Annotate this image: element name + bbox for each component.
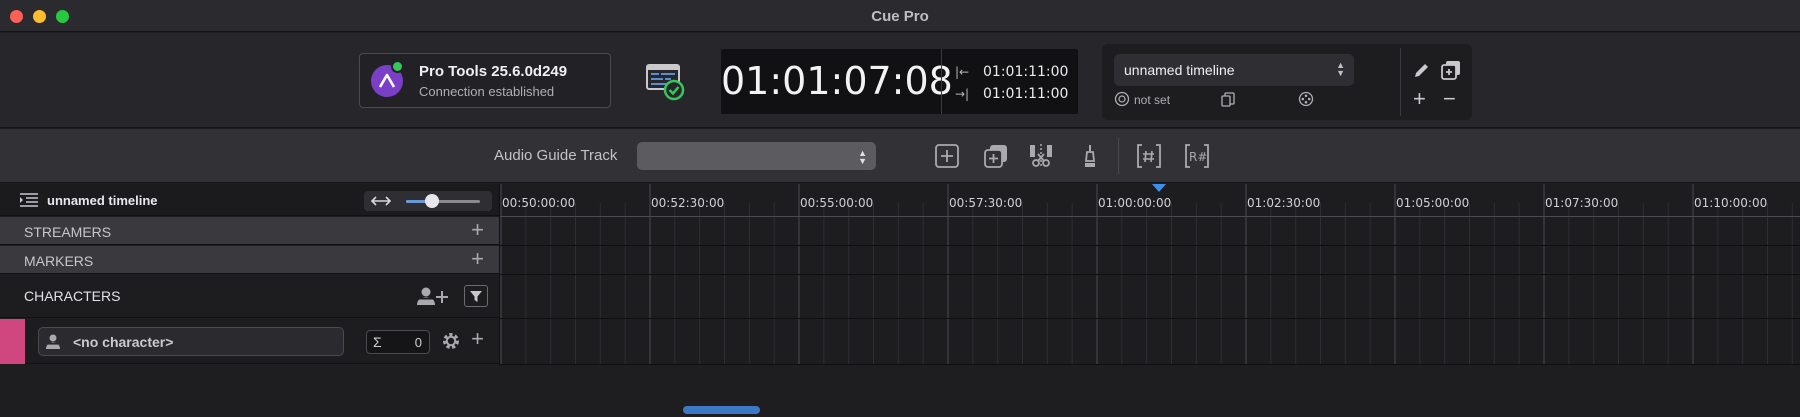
streamers-label: STREAMERS xyxy=(24,224,112,240)
markers-track-divider xyxy=(500,274,1800,275)
timecode-display: 01:01:07:08 |← 01:01:11:00 →| 01:01:11:00 xyxy=(721,49,1078,114)
cue-number-icon[interactable] xyxy=(1135,142,1163,170)
timeline-select[interactable]: unnamed timeline ▲ ▼ xyxy=(1114,54,1354,86)
ruler-label: 00:55:00:00 xyxy=(800,196,874,210)
add-layer-icon[interactable] xyxy=(982,142,1010,170)
ruler-label: 01:10:00:00 xyxy=(1694,196,1768,210)
out-point-timecode: 01:01:11:00 xyxy=(983,86,1069,102)
copy-icon[interactable] xyxy=(1220,91,1236,112)
reel-icon[interactable] xyxy=(1298,91,1314,112)
in-point-row: |← 01:01:11:00 xyxy=(955,64,1068,80)
character-color-swatch[interactable] xyxy=(0,319,25,364)
main-toolbar: Pro Tools 25.6.0d249 Connection establis… xyxy=(0,33,1800,128)
sum-sigma-icon: Σ xyxy=(373,334,382,350)
add-streamer-icon[interactable]: + xyxy=(471,219,484,241)
duplicate-timeline-icon[interactable] xyxy=(1439,58,1463,87)
framerate-icon[interactable] xyxy=(1114,91,1130,112)
horizontal-scrollbar-thumb[interactable] xyxy=(683,406,760,414)
ruler-label: 00:52:30:00 xyxy=(651,196,725,210)
track-list-header: unnamed timeline xyxy=(0,184,500,216)
character-name: <no character> xyxy=(73,334,174,350)
secondary-toolbar: Audio Guide Track ▲ ▼ R# xyxy=(0,129,1800,183)
connection-indicator-icon xyxy=(391,60,404,73)
current-timecode: 01:01:07:08 xyxy=(721,59,953,103)
timeline-panel-divider xyxy=(1400,48,1401,116)
audio-guide-track-select[interactable]: ▲ ▼ xyxy=(637,142,876,170)
markers-label: MARKERS xyxy=(24,253,94,269)
timeline-name: unnamed timeline xyxy=(47,193,158,208)
zoom-slider-handle[interactable] xyxy=(424,194,439,208)
rename-pencil-icon[interactable] xyxy=(1412,60,1432,85)
bottom-area xyxy=(0,365,1800,417)
in-point-icon: |← xyxy=(955,65,970,79)
character-count: 0 xyxy=(414,335,422,350)
audio-guide-track-label: Audio Guide Track xyxy=(494,147,618,164)
ruler-baseline xyxy=(500,216,1800,217)
add-character-icon[interactable] xyxy=(414,285,452,314)
connection-status-text: Connection established xyxy=(419,84,555,99)
streamers-track-divider xyxy=(500,245,1800,246)
ruler-label: 00:50:00:00 xyxy=(502,196,576,210)
toolbar-divider xyxy=(1118,138,1119,174)
character-person-icon xyxy=(45,333,61,356)
horizontal-zoom-icon[interactable] xyxy=(370,193,392,214)
characters-track-divider xyxy=(500,318,1800,319)
add-marker-icon[interactable]: + xyxy=(471,248,484,270)
framerate-value: not set xyxy=(1134,93,1171,107)
character-row: <no character> Σ 0 + xyxy=(0,319,500,364)
out-point-row: →| 01:01:11:00 xyxy=(955,86,1068,102)
playhead-marker[interactable] xyxy=(1152,184,1166,192)
streamers-section: STREAMERS + xyxy=(0,217,500,245)
add-item-icon[interactable] xyxy=(933,142,961,170)
timeline-select-value: unnamed timeline xyxy=(1124,62,1235,78)
renumber-icon[interactable]: R# xyxy=(1183,142,1211,170)
ruler-label: 01:07:30:00 xyxy=(1545,196,1619,210)
ruler-label: 01:00:00:00 xyxy=(1098,196,1172,210)
updown-chevron-icon: ▲ ▼ xyxy=(858,148,867,166)
characters-label: CHARACTERS xyxy=(24,288,121,304)
updown-chevron-icon: ▲ ▼ xyxy=(1336,60,1345,78)
window-title: Cue Pro xyxy=(871,8,929,25)
title-bar: Cue Pro xyxy=(0,0,1800,32)
timecode-divider xyxy=(941,49,942,114)
connection-status-panel[interactable]: Pro Tools 25.6.0d249 Connection establis… xyxy=(359,53,611,108)
markers-section: MARKERS + xyxy=(0,246,500,274)
video-monitor-check-icon[interactable] xyxy=(645,61,685,101)
timeline-selector-panel: unnamed timeline ▲ ▼ not set + − xyxy=(1102,44,1472,120)
add-timeline-icon[interactable]: + xyxy=(1413,88,1426,110)
timeline-area[interactable]: 00:50:00:00 00:52:30:00 00:55:00:00 00:57:3… xyxy=(500,184,1800,365)
split-scissors-icon[interactable] xyxy=(1027,142,1055,170)
character-settings-gear-icon[interactable] xyxy=(441,331,461,356)
marker-pen-icon[interactable] xyxy=(1076,142,1104,170)
zoom-control xyxy=(364,191,492,211)
filter-icon xyxy=(470,291,482,302)
svg-text:R#: R# xyxy=(1189,150,1207,164)
filter-button[interactable] xyxy=(464,285,488,307)
in-point-timecode: 01:01:11:00 xyxy=(983,64,1069,80)
outline-list-icon[interactable] xyxy=(19,192,39,213)
ruler-label: 01:05:00:00 xyxy=(1396,196,1470,210)
remove-timeline-icon[interactable]: − xyxy=(1443,88,1456,110)
add-character-row-icon[interactable]: + xyxy=(471,328,484,350)
out-point-icon: →| xyxy=(955,87,970,101)
ruler-label: 01:02:30:00 xyxy=(1247,196,1321,210)
character-count-field: Σ 0 xyxy=(366,330,430,354)
character-name-field[interactable]: <no character> xyxy=(38,327,344,356)
connected-app-name: Pro Tools 25.6.0d249 xyxy=(419,63,568,80)
characters-section: CHARACTERS xyxy=(0,274,500,318)
ruler-label: 00:57:30:00 xyxy=(949,196,1023,210)
